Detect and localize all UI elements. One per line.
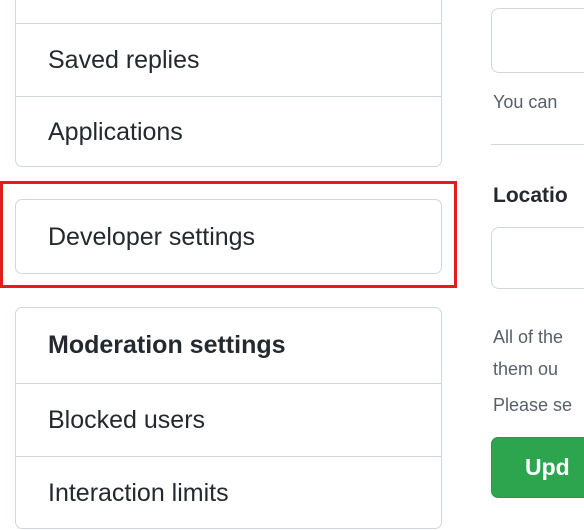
sidebar-item-label: Blocked users bbox=[48, 405, 206, 434]
update-profile-button[interactable]: Upd bbox=[491, 437, 584, 498]
sidebar-item-label: Interaction limits bbox=[48, 479, 229, 507]
info-text-line: All of the bbox=[493, 327, 564, 347]
info-text-line: Please se bbox=[493, 395, 573, 415]
sidebar-item-label: Applications bbox=[48, 118, 183, 146]
highlight-box bbox=[0, 181, 457, 288]
info-text-line: them ou bbox=[493, 359, 559, 379]
sidebar-item-interaction-limits[interactable]: Interaction limits bbox=[16, 456, 441, 530]
sidebar-item-applications[interactable]: Applications bbox=[16, 96, 441, 168]
sidebar-item-saved-replies[interactable]: Saved replies bbox=[16, 23, 441, 96]
location-input[interactable] bbox=[491, 227, 584, 289]
divider bbox=[491, 144, 584, 145]
sidebar-heading-moderation: Moderation settings bbox=[16, 308, 441, 383]
location-label: Locatio bbox=[493, 184, 568, 207]
sidebar-item-label: Saved replies bbox=[48, 45, 200, 74]
moderation-nav-card: Moderation settings Blocked users Intera… bbox=[15, 307, 442, 529]
section-heading: Moderation settings bbox=[48, 331, 286, 359]
settings-nav-card: Saved replies Applications bbox=[15, 0, 442, 167]
sidebar-item-blocked-users[interactable]: Blocked users bbox=[16, 383, 441, 456]
helper-text: You can bbox=[493, 92, 558, 112]
text-input[interactable] bbox=[491, 8, 584, 73]
button-label: Upd bbox=[525, 454, 570, 480]
